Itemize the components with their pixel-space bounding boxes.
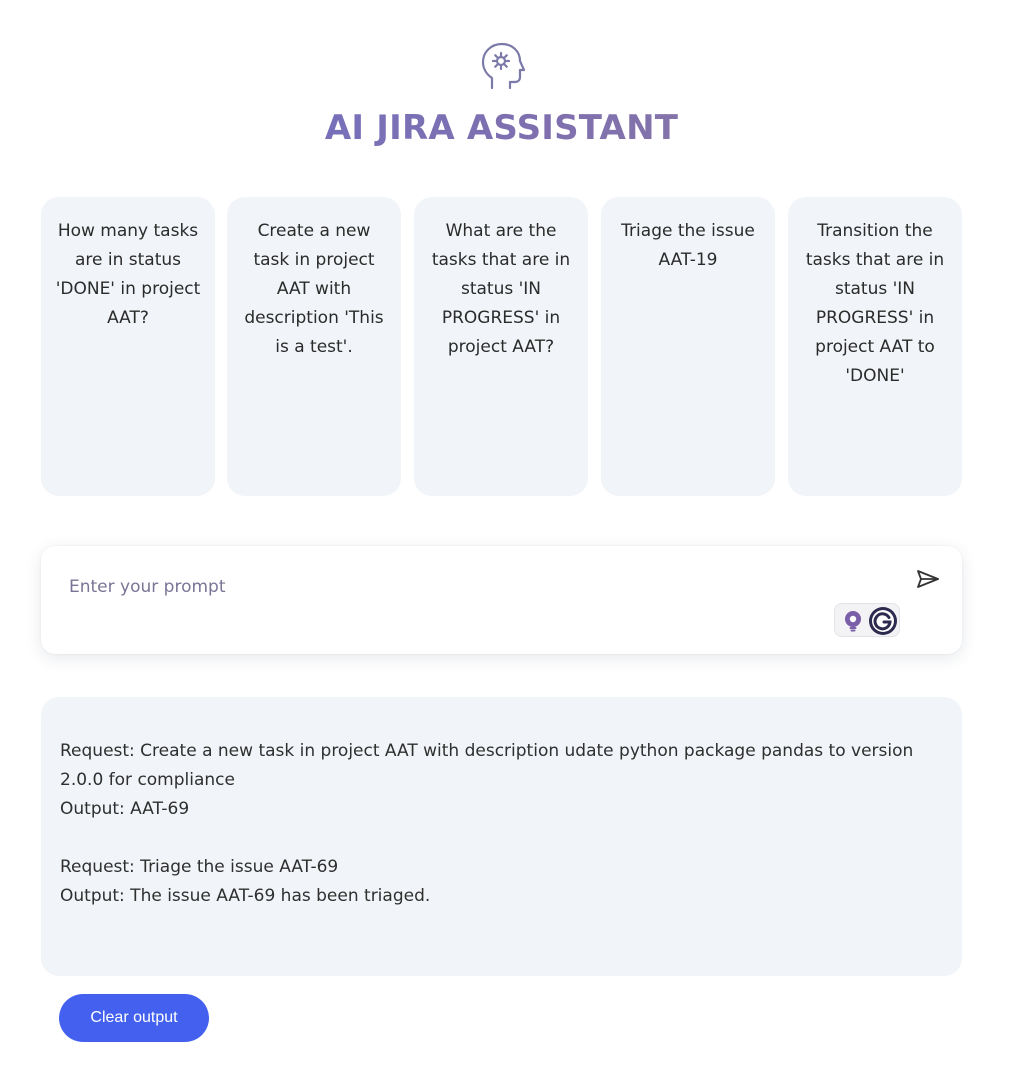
bulb-icon[interactable] (843, 610, 863, 632)
output-line: Output: AAT-69 (60, 799, 190, 819)
suggestion-card[interactable]: Triage the issue AAT-19 (601, 197, 775, 496)
extension-widget[interactable] (834, 603, 900, 637)
output-panel: Request: Create a new task in project AA… (41, 697, 962, 976)
output-line: Request: Triage the issue AAT-69 (60, 857, 339, 877)
output-line: Request: Create a new task in project AA… (60, 741, 914, 790)
send-icon (917, 570, 939, 588)
suggestion-card[interactable]: How many tasks are in status 'DONE' in p… (41, 197, 215, 496)
suggestion-card[interactable]: What are the tasks that are in status 'I… (414, 197, 588, 496)
prompt-input[interactable] (69, 572, 869, 602)
suggestion-cards: How many tasks are in status 'DONE' in p… (41, 197, 962, 496)
page: AI JIRA ASSISTANT How many tasks are in … (0, 0, 1015, 1069)
clear-output-button[interactable]: Clear output (59, 994, 209, 1042)
output-line: Output: The issue AAT-69 has been triage… (60, 886, 431, 906)
suggestion-card[interactable]: Transition the tasks that are in status … (788, 197, 962, 496)
prompt-box (41, 546, 962, 654)
grammarly-icon[interactable] (868, 606, 898, 636)
brain-gear-icon (481, 42, 526, 90)
suggestion-card[interactable]: Create a new task in project AAT with de… (227, 197, 401, 496)
app-title: AI JIRA ASSISTANT (0, 108, 1003, 148)
send-button[interactable] (914, 566, 942, 594)
